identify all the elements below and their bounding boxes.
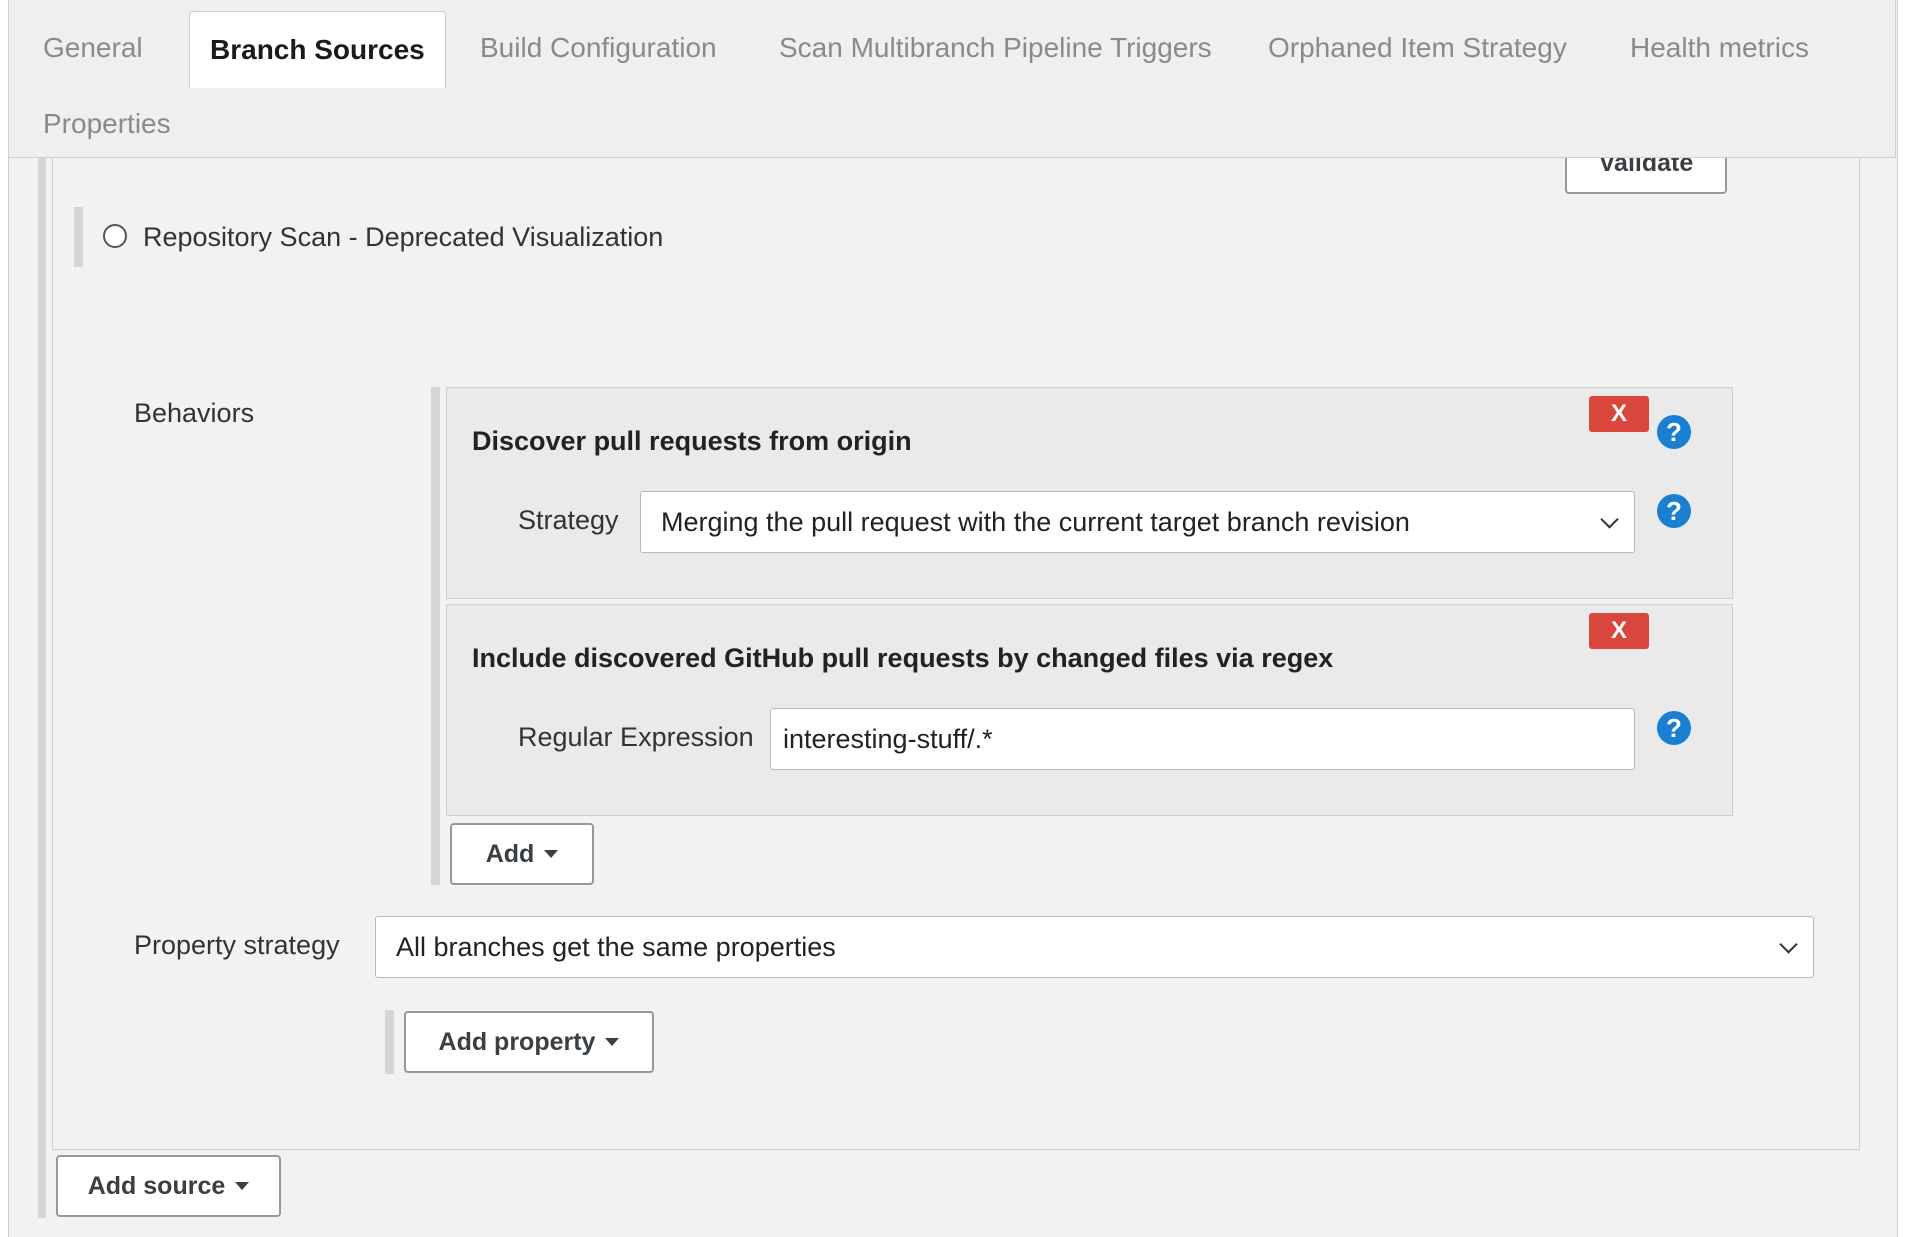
- strategy-select[interactable]: Merging the pull request with the curren…: [640, 491, 1635, 553]
- help-icon[interactable]: ?: [1657, 415, 1691, 449]
- behavior-include-regex: Include discovered GitHub pull requests …: [446, 604, 1733, 816]
- repo-scan-radio[interactable]: [103, 224, 127, 248]
- help-icon[interactable]: ?: [1657, 494, 1691, 528]
- tab-branch-sources[interactable]: Branch Sources: [189, 11, 446, 88]
- behavior-title: Include discovered GitHub pull requests …: [472, 643, 1334, 673]
- tab-general[interactable]: General: [43, 32, 143, 64]
- remove-behavior-button[interactable]: X: [1589, 613, 1649, 649]
- tab-scan-triggers[interactable]: Scan Multibranch Pipeline Triggers: [779, 32, 1212, 64]
- caret-down-icon: [605, 1038, 620, 1046]
- help-icon[interactable]: ?: [1657, 711, 1691, 745]
- properties-rail: [385, 1010, 394, 1074]
- strategy-label: Strategy: [518, 505, 619, 535]
- regex-input[interactable]: interesting-stuff/.*: [770, 708, 1635, 770]
- repo-scan-label: Repository Scan - Deprecated Visualizati…: [143, 222, 664, 252]
- tab-build-configuration[interactable]: Build Configuration: [480, 32, 717, 64]
- behavior-title: Discover pull requests from origin: [472, 426, 912, 456]
- behaviors-label: Behaviors: [134, 398, 255, 428]
- regex-label: Regular Expression: [518, 722, 754, 752]
- tab-bar: General Branch Sources Build Configurati…: [8, 0, 1896, 158]
- tab-properties[interactable]: Properties: [43, 108, 171, 140]
- property-strategy-label: Property strategy: [134, 930, 340, 960]
- caret-down-icon: [544, 850, 559, 858]
- add-source-label: Add source: [87, 1171, 226, 1200]
- remove-behavior-button[interactable]: X: [1589, 396, 1649, 432]
- add-label: Add: [485, 839, 535, 868]
- property-strategy-value: All branches get the same properties: [396, 931, 836, 962]
- tab-health-metrics[interactable]: Health metrics: [1630, 32, 1809, 64]
- chevron-down-icon: [1779, 935, 1798, 954]
- add-property-button[interactable]: Add property: [404, 1011, 654, 1073]
- add-property-label: Add property: [438, 1027, 596, 1056]
- regex-value: interesting-stuff/.*: [783, 723, 993, 754]
- add-behavior-button[interactable]: Add: [450, 823, 594, 885]
- caret-down-icon: [235, 1182, 250, 1190]
- add-source-button[interactable]: Add source: [56, 1155, 281, 1217]
- strategy-value: Merging the pull request with the curren…: [661, 506, 1410, 537]
- radio-group-rail: [74, 207, 83, 267]
- behavior-discover-pr: Discover pull requests from origin X ? S…: [446, 387, 1733, 599]
- tab-orphaned-item-strategy[interactable]: Orphaned Item Strategy: [1268, 32, 1567, 64]
- section-rail: [38, 158, 46, 1218]
- behaviors-rail: [431, 387, 440, 885]
- property-strategy-select[interactable]: All branches get the same properties: [375, 916, 1814, 978]
- chevron-down-icon: [1600, 510, 1619, 529]
